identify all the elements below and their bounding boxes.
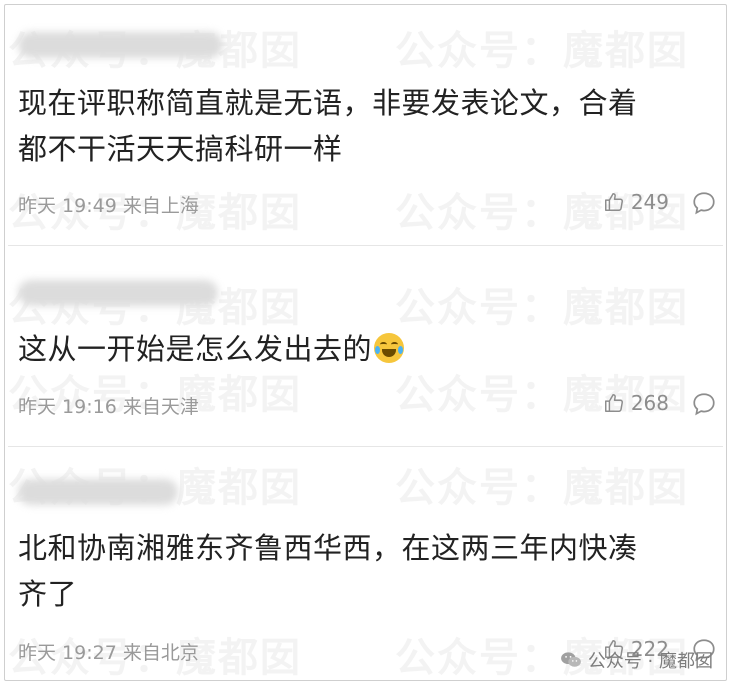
comment-meta: 昨天 19:27 来自北京	[18, 638, 199, 665]
divider	[8, 446, 723, 447]
comment-text: 北和协南湘雅东齐鲁西华西，在这两三年内快凑 齐了	[18, 531, 638, 611]
comment-time: 昨天 19:16	[18, 396, 117, 418]
like-button[interactable]: 268	[603, 391, 669, 415]
account-brand: 公众号 · 魔都囡	[560, 647, 713, 673]
laughing-with-tears-emoji-icon	[374, 333, 405, 363]
like-button[interactable]: 249	[603, 190, 669, 214]
reply-bubble-icon[interactable]	[691, 391, 717, 417]
reply-bubble-icon[interactable]	[691, 190, 717, 216]
comment-meta: 昨天 19:16 来自天津	[18, 392, 199, 419]
comment-time: 昨天 19:49	[18, 195, 117, 217]
divider	[8, 245, 723, 246]
comment-location: 来自上海	[122, 195, 199, 217]
comment-time: 昨天 19:27	[18, 642, 117, 664]
comment-location: 来自北京	[122, 642, 199, 664]
comment-text: 现在评职称简直就是无语，非要发表论文，合着 都不干活天天搞科研一样	[18, 86, 638, 166]
comment-location: 来自天津	[122, 396, 199, 418]
blurred-username[interactable]	[18, 32, 223, 58]
comment-meta: 昨天 19:49 来自上海	[18, 191, 199, 218]
wechat-icon	[560, 652, 581, 667]
blurred-username[interactable]	[18, 479, 178, 505]
like-count: 249	[630, 190, 669, 214]
brand-label: 公众号 · 魔都囡	[587, 651, 713, 672]
comment-item: 现在评职称简直就是无语，非要发表论文，合着 都不干活天天搞科研一样 昨天 19:…	[4, 4, 727, 244]
thumbs-up-icon	[604, 193, 623, 211]
thumbs-up-icon	[604, 394, 623, 412]
blurred-username[interactable]	[18, 280, 218, 306]
like-count: 268	[630, 391, 669, 415]
comment-text: 这从一开始是怎么发出去的	[18, 326, 707, 372]
comment-item: 这从一开始是怎么发出去的 昨天 19:16 来自天津 268	[4, 248, 727, 445]
